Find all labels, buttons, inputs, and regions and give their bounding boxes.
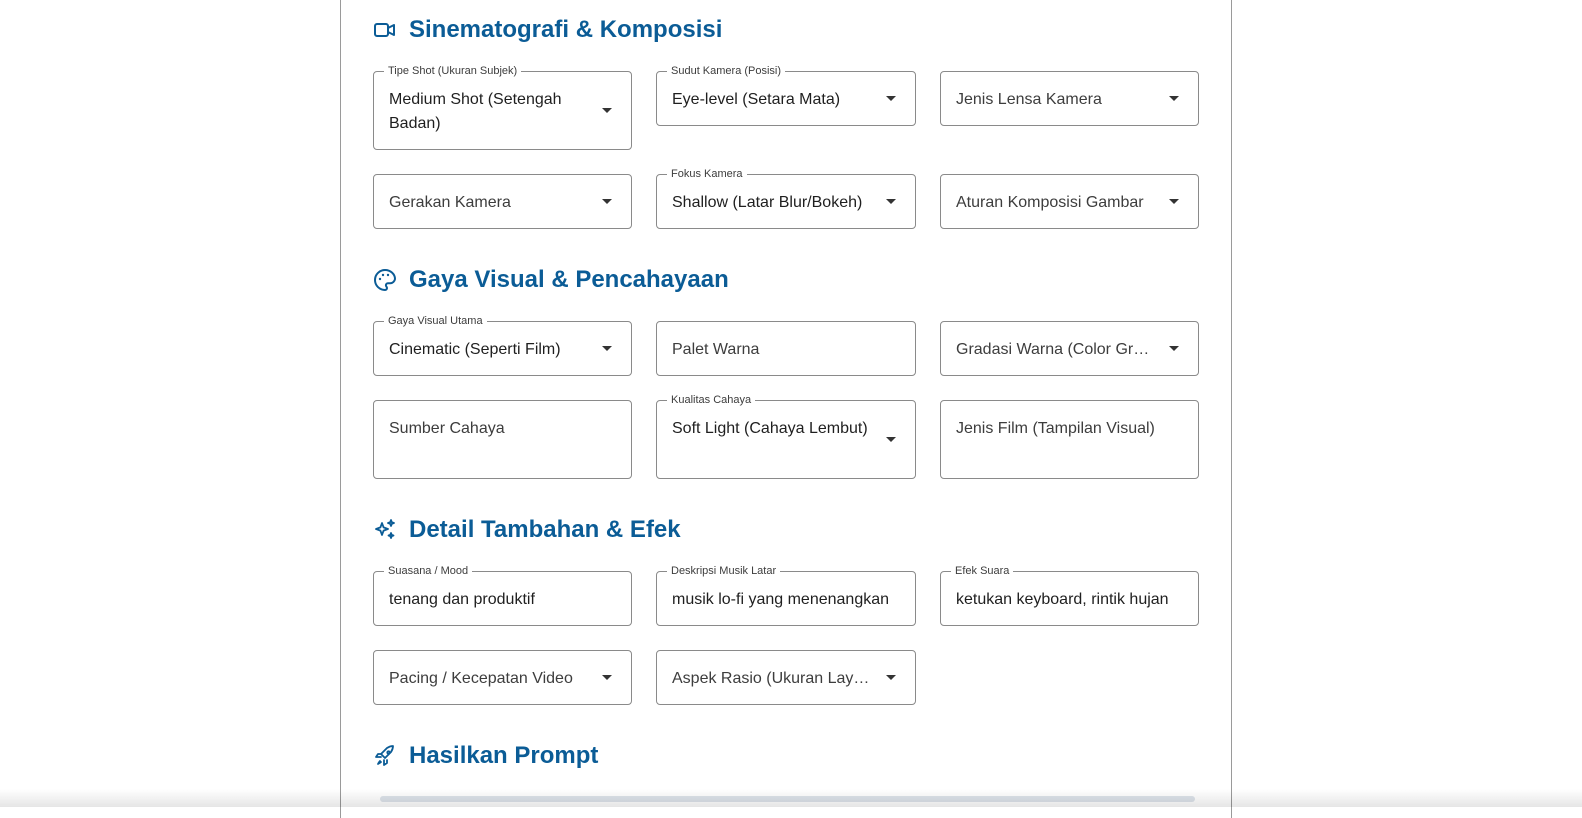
- section-title-generate-prompt: Hasilkan Prompt: [373, 742, 598, 770]
- composition-rule-select[interactable]: Aturan Komposisi Gambar: [940, 174, 1199, 229]
- dropdown-arrow-icon: [1169, 95, 1179, 101]
- field-placeholder: Gradasi Warna (Color Gra…: [956, 341, 1154, 358]
- dropdown-arrow-icon: [602, 107, 612, 113]
- field-value: Medium Shot (Setengah Badan): [389, 91, 562, 132]
- section-title-visual-style: Gaya Visual & Pencahayaan: [373, 266, 729, 294]
- camera-angle-select[interactable]: Sudut Kamera (Posisi) Eye-level (Setara …: [656, 64, 916, 126]
- field-placeholder: Jenis Lensa Kamera: [956, 91, 1102, 108]
- mood-input[interactable]: Suasana / Mood tenang dan produktif: [373, 564, 632, 626]
- field-value: Shallow (Latar Blur/Bokeh): [672, 194, 863, 211]
- field-value: musik lo-fi yang menenangkan: [672, 591, 890, 608]
- field-placeholder: Aspek Rasio (Ukuran Lay…: [672, 670, 870, 687]
- dropdown-arrow-icon: [602, 198, 612, 204]
- dropdown-arrow-icon: [886, 674, 896, 680]
- field-label: Gaya Visual Utama: [384, 314, 487, 328]
- field-value: Cinematic (Seperti Film): [389, 341, 561, 358]
- camera-focus-select[interactable]: Fokus Kamera Shallow (Latar Blur/Bokeh): [656, 167, 916, 229]
- field-value: Eye-level (Setara Mata): [672, 91, 841, 108]
- bottom-shadow: [0, 789, 1582, 807]
- dropdown-arrow-icon: [602, 345, 612, 351]
- dropdown-arrow-icon: [1169, 198, 1179, 204]
- palette-icon: [373, 268, 397, 292]
- field-placeholder: Pacing / Kecepatan Video: [389, 670, 573, 687]
- dropdown-arrow-icon: [886, 436, 896, 442]
- field-label: Sudut Kamera (Posisi): [667, 64, 786, 78]
- film-type-input[interactable]: Jenis Film (Tampilan Visual): [940, 400, 1199, 479]
- field-label: Deskripsi Musik Latar: [667, 564, 781, 578]
- color-palette-input[interactable]: Palet Warna: [656, 321, 916, 376]
- aspect-ratio-select[interactable]: Aspek Rasio (Ukuran Lay…: [656, 650, 916, 705]
- section-title-text: Sinematografi & Komposisi: [409, 16, 723, 43]
- field-value: ketukan keyboard, rintik hujan: [956, 591, 1169, 608]
- light-source-input[interactable]: Sumber Cahaya: [373, 400, 632, 479]
- field-placeholder: Jenis Film (Tampilan Visual): [956, 420, 1155, 437]
- field-placeholder: Gerakan Kamera: [389, 194, 511, 211]
- sound-effect-input[interactable]: Efek Suara ketukan keyboard, rintik huja…: [940, 564, 1199, 626]
- section-title-text: Gaya Visual & Pencahayaan: [409, 266, 729, 293]
- sparkles-icon: [373, 518, 397, 542]
- dropdown-arrow-icon: [886, 95, 896, 101]
- field-placeholder: Sumber Cahaya: [389, 420, 505, 437]
- light-quality-select[interactable]: Kualitas Cahaya Soft Light (Cahaya Lembu…: [656, 393, 916, 479]
- field-value: Soft Light (Cahaya Lembut): [672, 420, 868, 437]
- section-title-extra-details: Detail Tambahan & Efek: [373, 516, 681, 544]
- field-placeholder: Palet Warna: [672, 341, 760, 358]
- field-value: tenang dan produktif: [389, 591, 535, 608]
- section-title-text: Detail Tambahan & Efek: [409, 516, 681, 543]
- section-title-text: Hasilkan Prompt: [409, 742, 599, 769]
- pacing-select[interactable]: Pacing / Kecepatan Video: [373, 650, 632, 705]
- shot-type-select[interactable]: Tipe Shot (Ukuran Subjek) Medium Shot (S…: [373, 64, 632, 150]
- dropdown-arrow-icon: [886, 198, 896, 204]
- section-title-cinematography: Sinematografi & Komposisi: [373, 16, 722, 44]
- dropdown-arrow-icon: [602, 674, 612, 680]
- color-grading-select[interactable]: Gradasi Warna (Color Gra…: [940, 321, 1199, 376]
- lens-type-select[interactable]: Jenis Lensa Kamera: [940, 71, 1199, 126]
- field-label: Kualitas Cahaya: [667, 393, 756, 407]
- field-label: Tipe Shot (Ukuran Subjek): [384, 64, 522, 78]
- visual-style-select[interactable]: Gaya Visual Utama Cinematic (Seperti Fil…: [373, 314, 632, 376]
- field-label: Efek Suara: [951, 564, 1014, 578]
- field-label: Fokus Kamera: [667, 167, 747, 181]
- field-placeholder: Aturan Komposisi Gambar: [956, 194, 1144, 211]
- video-camera-icon: [373, 18, 397, 42]
- camera-movement-select[interactable]: Gerakan Kamera: [373, 174, 632, 229]
- background-music-input[interactable]: Deskripsi Musik Latar musik lo-fi yang m…: [656, 564, 916, 626]
- field-label: Suasana / Mood: [384, 564, 473, 578]
- rocket-icon: [373, 744, 397, 768]
- dropdown-arrow-icon: [1169, 345, 1179, 351]
